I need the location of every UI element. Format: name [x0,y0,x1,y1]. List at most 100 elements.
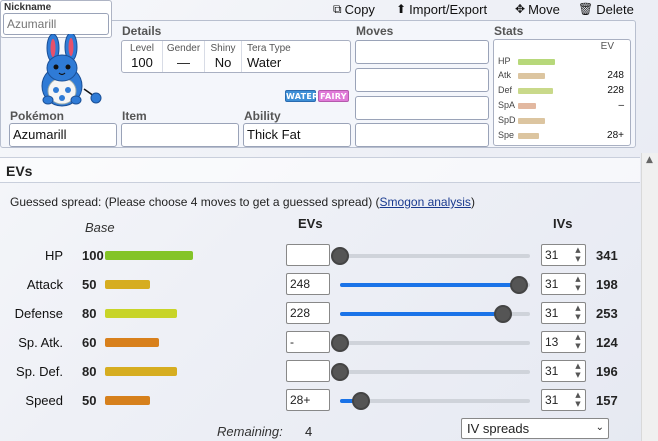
delete-label: Delete [596,1,634,17]
gender-cell: Gender — [163,41,205,72]
stat-name: Speed [25,393,63,408]
iv-input[interactable]: 31 ▲ ▼ [541,273,586,295]
guessed-spread-text: Guessed spread: (Please choose 4 moves t… [10,195,475,209]
stats-label: Stats [494,24,524,38]
move-slot-2[interactable] [355,68,489,92]
iv-value: 31 [545,364,559,378]
iv-value: 31 [545,306,559,320]
stat-row-spa: SpA – [498,100,628,112]
stat-ev: 248 [607,70,624,81]
move-icon: ✥ [515,2,526,16]
import-export-button[interactable]: ⬆ Import/Export [396,1,487,17]
base-header: Base [85,220,115,235]
base-stat-bar [105,338,159,347]
remaining-label: Remaining: [217,424,283,439]
ev-input[interactable]: 248 [286,273,330,295]
gender-label: Gender [166,43,201,54]
copy-button[interactable]: ⧉ Copy [333,1,375,17]
iv-input[interactable]: 31 ▲ ▼ [541,360,586,382]
ability-input[interactable]: Thick Fat [243,123,351,147]
ev-slider-handle[interactable] [494,305,513,323]
level-cell: Level 100 [122,41,163,72]
stat-mini-bar [518,59,555,65]
iv-value: 31 [545,277,559,291]
shiny-label: Shiny [210,43,236,54]
level-value: 100 [131,55,153,70]
stat-mini-bar [518,103,536,109]
stat-name: Sp. Atk. [18,335,63,350]
stat-total: 157 [596,393,618,408]
ev-slider-handle[interactable] [509,276,528,294]
nickname-box: Nickname [0,0,112,38]
import-export-label: Import/Export [409,1,488,17]
trash-icon: 🗑 [578,2,594,16]
base-stat-bar [105,309,177,318]
iv-spreads-label: IV spreads [467,421,530,436]
iv-spreads-select[interactable]: IV spreads ⌄ [461,418,609,439]
ev-slider-handle[interactable] [331,334,349,352]
base-value: 80 [82,364,97,379]
level-label: Level [130,43,154,54]
spinner-icon[interactable]: ▲ ▼ [573,333,583,351]
stat-name: SpD [498,115,516,125]
ev-row-hp: HP 100 31 ▲ ▼ 341 [0,241,640,270]
stat-name: HP [498,56,511,66]
ev-slider[interactable] [340,392,530,410]
upload-icon: ⬆ [396,2,407,16]
nickname-input[interactable] [3,13,109,35]
iv-input[interactable]: 31 ▲ ▼ [541,244,586,266]
type-badge-water: WATER [285,90,319,102]
spinner-icon[interactable]: ▲ ▼ [573,275,583,293]
ev-slider-fill [340,312,504,316]
stat-row-atk: Atk 248 [498,70,628,82]
spinner-icon[interactable]: ▲ ▼ [573,304,583,322]
ev-row-defense: Defense 80 228 31 ▲ ▼ 253 [0,299,640,328]
stat-total: 196 [596,364,618,379]
spinner-icon[interactable]: ▲ ▼ [573,362,583,380]
iv-value: 13 [545,335,559,349]
move-button[interactable]: ✥ Move [515,1,560,17]
move-slot-4[interactable] [355,123,489,147]
stat-row-spe: Spe 28+ [498,130,628,142]
ev-slider[interactable] [331,363,530,381]
move-slot-1[interactable] [355,40,489,64]
ev-slider-handle[interactable] [331,247,349,265]
ev-slider-fill [340,283,519,287]
details-box[interactable]: Level 100 Gender — Shiny No Tera Type Wa… [121,40,351,73]
tera-label: Tera Type [247,43,291,54]
stat-name: Attack [26,277,63,292]
item-input[interactable] [121,123,239,147]
ev-input[interactable]: - [286,331,330,353]
scrollbar[interactable]: ▲ [641,153,658,441]
spinner-icon[interactable]: ▲ ▼ [573,246,583,264]
ev-row-speed: Speed 50 28+ 31 ▲ ▼ 157 [0,386,640,415]
stats-box[interactable]: EV HP Atk 248 Def 228 SpA – SpD Spe 28+ [493,39,631,146]
stat-name: Atk [498,70,512,80]
ev-input[interactable]: 28+ [286,389,330,411]
evs-header: EVs [0,157,640,183]
stat-mini-bar [518,133,539,139]
iv-input[interactable]: 31 ▲ ▼ [541,302,586,324]
pokemon-input[interactable]: Azumarill [9,123,117,147]
base-value: 50 [82,393,97,408]
ev-slider[interactable] [331,334,530,352]
ev-slider[interactable] [331,247,530,265]
stat-mini-bar [518,73,545,79]
ev-slider[interactable] [340,305,530,323]
iv-input[interactable]: 13 ▲ ▼ [541,331,586,353]
smogon-analysis-link[interactable]: Smogon analysis [380,195,471,209]
ev-slider-handle[interactable] [351,392,370,410]
move-slot-3[interactable] [355,96,489,120]
stat-name: Sp. Def. [16,364,63,379]
spinner-icon[interactable]: ▲ ▼ [573,391,583,409]
base-stat-bar [105,251,193,260]
ev-slider[interactable] [340,276,530,294]
ev-slider-handle[interactable] [331,363,349,381]
delete-button[interactable]: 🗑 Delete [578,1,634,17]
type-badge-fairy: FAIRY [318,90,349,102]
scroll-up-icon[interactable]: ▲ [646,155,653,165]
ev-input[interactable] [286,360,330,382]
ev-input[interactable]: 228 [286,302,330,324]
ev-input[interactable] [286,244,330,266]
iv-input[interactable]: 31 ▲ ▼ [541,389,586,411]
